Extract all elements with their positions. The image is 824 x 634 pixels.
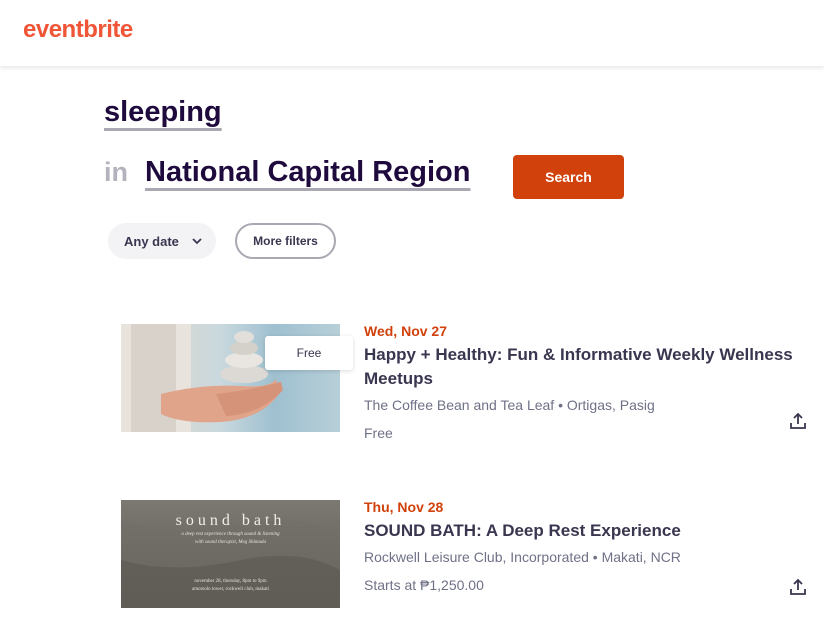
event-title[interactable]: Happy + Healthy: Fun & Informative Weekl… xyxy=(364,343,809,391)
image-line1: a deep rest experience through sound & l… xyxy=(181,532,280,537)
free-badge: Free xyxy=(265,336,353,370)
event-price: Free xyxy=(364,425,393,441)
search-button[interactable]: Search xyxy=(513,155,624,199)
event-date: Thu, Nov 28 xyxy=(364,499,444,515)
date-filter-label: Any date xyxy=(124,233,179,249)
top-navigation-bar: eventbrite xyxy=(0,0,824,67)
event-title[interactable]: SOUND BATH: A Deep Rest Experience xyxy=(364,519,809,543)
image-heading: sound bath xyxy=(175,512,286,529)
image-line4: amorsolo tower, rockwell club, makati xyxy=(192,587,269,592)
image-line3: november 28, thursday, 8pm to 9pm xyxy=(194,579,267,584)
image-line2: with sound therapist, Meg Shimada xyxy=(195,540,266,545)
event-image-sound-bath[interactable]: sound bath a deep rest experience throug… xyxy=(121,500,340,608)
share-icon[interactable] xyxy=(786,575,810,599)
eventbrite-logo[interactable]: eventbrite xyxy=(23,16,133,44)
share-icon[interactable] xyxy=(786,409,810,433)
location-input[interactable]: National Capital Region xyxy=(145,156,470,189)
event-price: Starts at ₱1,250.00 xyxy=(364,577,484,593)
chevron-down-icon xyxy=(191,235,203,247)
date-filter-dropdown[interactable]: Any date xyxy=(108,223,216,259)
event-venue: Rockwell Leisure Club, Incorporated • Ma… xyxy=(364,549,681,565)
event-date: Wed, Nov 27 xyxy=(364,323,447,339)
more-filters-button[interactable]: More filters xyxy=(235,223,336,259)
search-query-input[interactable]: sleeping xyxy=(104,96,222,129)
event-venue: The Coffee Bean and Tea Leaf • Ortigas, … xyxy=(364,397,655,413)
in-label: in xyxy=(104,157,128,187)
